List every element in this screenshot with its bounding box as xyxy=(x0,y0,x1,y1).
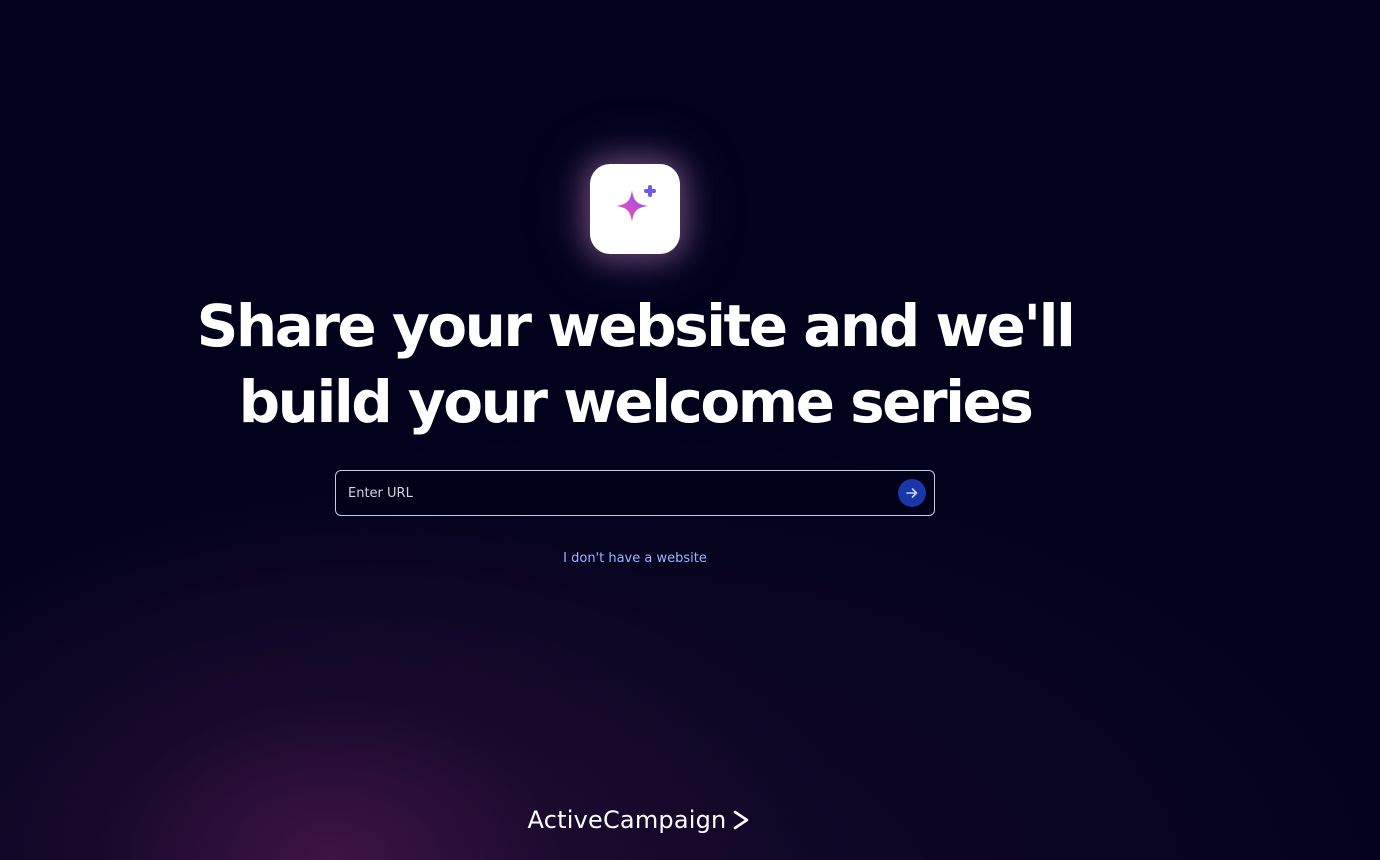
arrow-right-icon xyxy=(906,488,918,498)
app-icon-tile xyxy=(590,164,680,254)
url-input[interactable] xyxy=(336,471,876,515)
url-form xyxy=(335,470,935,516)
brand-logo: ActiveCampaign xyxy=(508,800,770,840)
no-website-link[interactable]: I don't have a website xyxy=(490,549,780,569)
submit-url-button[interactable] xyxy=(898,479,926,507)
sparkle-icon xyxy=(616,185,656,222)
chevron-right-icon xyxy=(734,810,749,830)
brand-name: ActiveCampaign xyxy=(527,806,727,834)
page-headline: Share your website and we'll build your … xyxy=(196,292,1076,436)
